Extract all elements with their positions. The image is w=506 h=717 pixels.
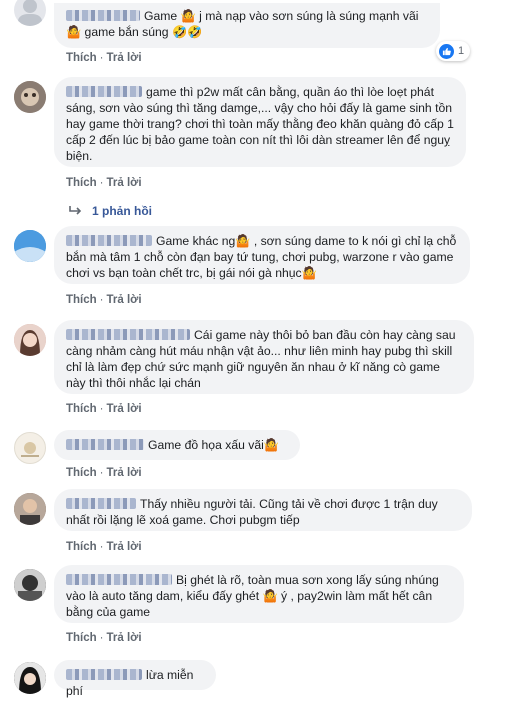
comment-bubble: Game đồ họa xấu vãi🤷	[54, 430, 300, 460]
avatar[interactable]	[14, 230, 46, 262]
separator-dot: ·	[99, 403, 104, 415]
author-name[interactable]	[66, 574, 172, 585]
comment-bubble: Cái game này thôi bỏ ban đầu còn hay càn…	[54, 320, 474, 394]
author-name[interactable]	[66, 669, 142, 680]
avatar-image	[18, 0, 42, 26]
comment-actions: Thích · Trả lời	[66, 177, 154, 189]
avatar-image	[14, 662, 46, 694]
separator-dot: ·	[99, 177, 104, 189]
comment-actions: Thích · Trả lời	[66, 467, 154, 479]
view-replies-link[interactable]: 1 phản hồi	[68, 204, 152, 218]
avatar-image	[14, 569, 46, 601]
reply-link[interactable]: Trả lời	[107, 632, 142, 644]
author-name[interactable]	[66, 86, 142, 97]
separator-dot: ·	[99, 541, 104, 553]
separator-dot: ·	[99, 52, 104, 64]
comment-actions: Thích · Trả lời	[66, 632, 154, 644]
comment-actions: Thích · Trả lời	[66, 403, 154, 415]
reaction-number: 1	[458, 45, 465, 57]
comment-actions: Thích · Trả lời	[66, 294, 154, 306]
comment-bubble: Thấy nhiều người tải. Cũng tải về chơi đ…	[54, 489, 472, 531]
separator-dot: ·	[99, 467, 104, 479]
author-name[interactable]	[66, 498, 136, 509]
avatar[interactable]	[14, 0, 46, 26]
comment-bubble: Game 🤷 j mà nạp vào sơn súng là súng mạn…	[54, 3, 440, 48]
avatar[interactable]	[14, 662, 46, 694]
author-name[interactable]	[66, 329, 190, 340]
avatar-image	[14, 324, 46, 356]
reaction-count[interactable]: 1	[436, 41, 471, 61]
comment-actions: Thích · Trả lời	[66, 52, 154, 64]
reply-link[interactable]: Trả lời	[107, 52, 142, 64]
reply-link[interactable]: Trả lời	[107, 177, 142, 189]
reply-link[interactable]: Trả lời	[107, 294, 142, 306]
avatar-image	[14, 493, 46, 525]
comment-text: Game đồ họa xấu vãi🤷	[148, 438, 280, 452]
replies-count: 1 phản hồi	[92, 204, 152, 218]
avatar[interactable]	[14, 493, 46, 525]
author-name[interactable]	[66, 10, 140, 21]
like-link[interactable]: Thích	[66, 294, 97, 306]
reply-link[interactable]: Trả lời	[107, 541, 142, 553]
avatar[interactable]	[14, 569, 46, 601]
like-link[interactable]: Thích	[66, 177, 97, 189]
avatar-image	[21, 442, 39, 457]
avatar-image	[14, 81, 46, 113]
like-link[interactable]: Thích	[66, 403, 97, 415]
separator-dot: ·	[99, 294, 104, 306]
comment-bubble: lừa miễn phí	[54, 660, 216, 698]
comment-bubble: Game khác ng🤷 , sơn súng dame to k nói g…	[54, 226, 470, 284]
author-name[interactable]	[66, 439, 144, 450]
avatar[interactable]	[14, 432, 46, 464]
author-name[interactable]	[66, 235, 152, 246]
comment-actions: Thích · Trả lời	[66, 541, 154, 553]
reply-link[interactable]: Trả lời	[107, 467, 142, 479]
avatar[interactable]	[14, 324, 46, 356]
avatar[interactable]	[14, 81, 46, 113]
like-link[interactable]: Thích	[66, 467, 97, 479]
like-link[interactable]: Thích	[66, 632, 97, 644]
reply-link[interactable]: Trả lời	[107, 403, 142, 415]
like-link[interactable]: Thích	[66, 52, 97, 64]
comment-bubble: Bị ghét là rõ, toàn mua sơn xong lấy sún…	[54, 565, 464, 623]
like-thumb-icon	[439, 43, 454, 59]
reply-arrow-icon	[69, 206, 82, 215]
separator-dot: ·	[99, 632, 104, 644]
comment-bubble: game thì p2w mất cân bằng, quần áo thì l…	[54, 77, 466, 167]
avatar-image	[14, 230, 46, 262]
like-link[interactable]: Thích	[66, 541, 97, 553]
